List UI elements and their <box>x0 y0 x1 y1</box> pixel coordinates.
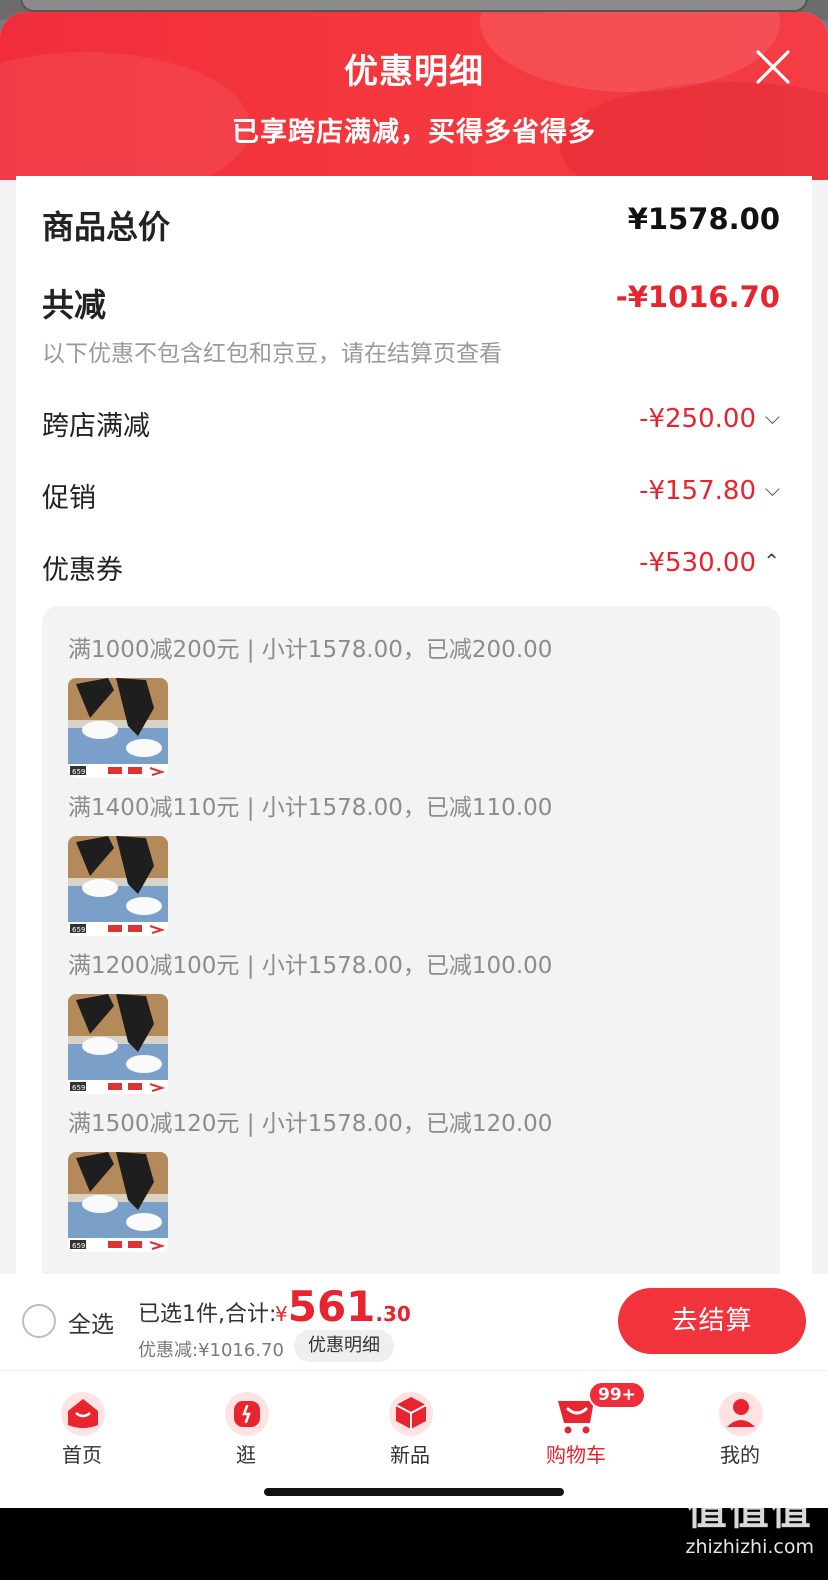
discount-detail-button[interactable]: 优惠明细 <box>294 1330 394 1362</box>
product-thumbnail[interactable]: 659 <box>68 678 168 778</box>
new-products-icon <box>386 1387 436 1437</box>
chevron-up-icon: ⌃ <box>763 549 780 573</box>
tab-label: 逛 <box>236 1443 256 1467</box>
thumbnail-price-tag: 659 <box>72 1242 85 1250</box>
discount-value: -¥530.00 <box>639 548 756 578</box>
discount-row-cross-store[interactable]: 跨店满减 -¥250.00 ⌵ <box>42 404 780 444</box>
tab-label: 新品 <box>390 1443 430 1467</box>
selected-count-text: 已选1件,合计: <box>138 1302 277 1327</box>
checkout-bar: 全选 已选1件,合计: ¥561.30 优惠减:¥1016.70 优惠明细 去结… <box>0 1274 828 1370</box>
discount-label: 跨店满减 <box>42 411 150 442</box>
total-reduce-row: 共减 -¥1016.70 <box>42 280 780 324</box>
watermark: 值值值 zhizhizhi.com <box>685 1478 814 1558</box>
coupon-detail-panel: 满1000减200元 | 小计1578.00，已减200.00 659 满140… <box>42 606 780 1274</box>
tab-label: 首页 <box>62 1443 102 1467</box>
discount-note: 以下优惠不包含红包和京豆，请在结算页查看 <box>42 341 502 367</box>
sheet-header: 优惠明细 已享跨店满减，买得多省得多 <box>0 12 828 180</box>
discount-row-promotion[interactable]: 促销 -¥157.80 ⌵ <box>42 476 780 516</box>
tab-browse[interactable]: 逛 <box>186 1381 306 1471</box>
coupon-rule-text: 满1200减100元 | 小计1578.00，已减100.00 <box>68 953 553 979</box>
home-indicator[interactable] <box>264 1488 564 1496</box>
discount-card: 商品总价 ¥1578.00 共减 -¥1016.70 以下优惠不包含红包和京豆，… <box>16 176 812 1274</box>
coupon-rule-text: 满1400减110元 | 小计1578.00，已减110.00 <box>68 795 553 821</box>
checkout-button[interactable]: 去结算 <box>618 1288 806 1354</box>
total-price-label: 商品总价 <box>42 208 171 246</box>
thumbnail-price-tag: 659 <box>72 768 85 776</box>
total-reduce-value: -¥1016.70 <box>615 280 780 314</box>
browse-icon <box>222 1387 272 1437</box>
tab-profile[interactable]: 我的 <box>680 1381 800 1471</box>
discount-label: 促销 <box>42 483 96 514</box>
select-all-label[interactable]: 全选 <box>68 1305 114 1339</box>
select-all-radio[interactable] <box>22 1304 56 1338</box>
coupon-rule-text: 满1000减200元 | 小计1578.00，已减200.00 <box>68 637 553 663</box>
total-price: ¥561.30 <box>275 1282 411 1331</box>
watermark-url: zhizhizhi.com <box>685 1536 814 1558</box>
total-price-row: 商品总价 ¥1578.00 <box>42 202 780 246</box>
coupon-rule-text: 满1500减120元 | 小计1578.00，已减120.00 <box>68 1111 553 1137</box>
cart-badge: 99+ <box>588 1381 646 1409</box>
tab-new-products[interactable]: 新品 <box>350 1381 470 1471</box>
price-integer: 561 <box>287 1282 376 1331</box>
discount-row-coupon[interactable]: 优惠券 -¥530.00 ⌃ <box>42 548 780 588</box>
chevron-down-icon: ⌵ <box>764 477 780 501</box>
product-thumbnail[interactable]: 659 <box>68 836 168 936</box>
total-reduce-label: 共减 <box>42 286 107 324</box>
discount-label: 优惠券 <box>42 555 123 586</box>
price-decimal: .30 <box>375 1302 411 1326</box>
close-icon[interactable] <box>754 48 792 86</box>
discount-value: -¥250.00 <box>639 404 756 434</box>
tab-cart[interactable]: 99+ 购物车 <box>516 1381 646 1471</box>
tab-label: 购物车 <box>546 1443 606 1467</box>
chevron-down-icon: ⌵ <box>764 405 780 429</box>
discount-detail-sheet: 优惠明细 已享跨店满减，买得多省得多 商品总价 ¥1578.00 共减 -¥10… <box>0 12 828 1274</box>
sheet-subtitle: 已享跨店满减，买得多省得多 <box>232 117 596 148</box>
thumbnail-price-tag: 659 <box>72 1084 85 1092</box>
tab-home[interactable]: 首页 <box>22 1381 142 1471</box>
watermark-logo: 值值值 <box>686 1488 813 1534</box>
total-price-value: ¥1578.00 <box>627 202 780 236</box>
discount-value: -¥157.80 <box>639 476 756 506</box>
product-thumbnail[interactable]: 659 <box>68 1152 168 1252</box>
discount-amount-text: 优惠减:¥1016.70 <box>138 1340 284 1361</box>
price-currency: ¥ <box>275 1302 288 1326</box>
tab-label: 我的 <box>720 1443 760 1467</box>
product-thumbnail[interactable]: 659 <box>68 994 168 1094</box>
sheet-title: 优惠明细 <box>344 52 484 92</box>
thumbnail-price-tag: 659 <box>72 926 85 934</box>
profile-icon <box>716 1387 766 1437</box>
home-icon <box>58 1387 108 1437</box>
